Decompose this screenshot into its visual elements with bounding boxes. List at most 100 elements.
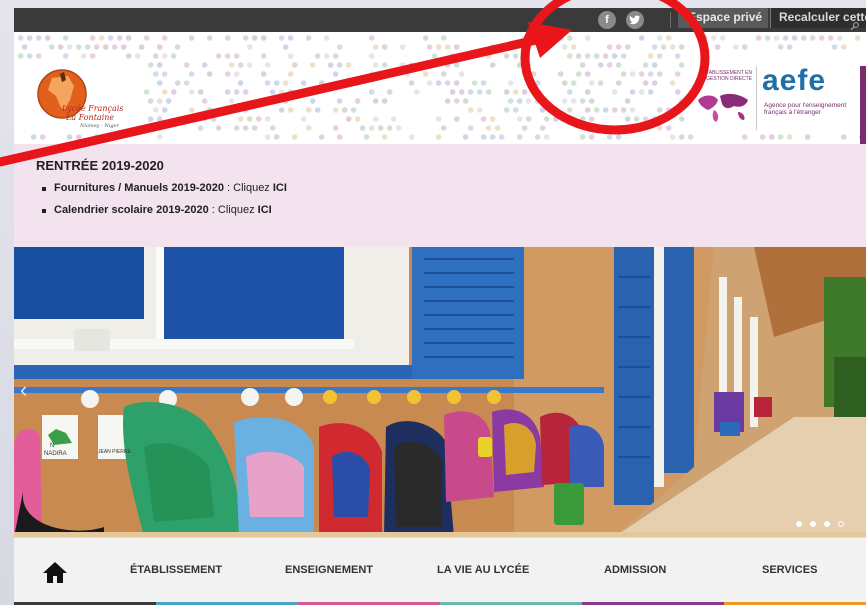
pattern-dot [665, 125, 672, 131]
pattern-dot [152, 125, 159, 131]
pattern-dot [161, 89, 168, 95]
pattern-dot [755, 35, 762, 41]
pattern-dot [467, 53, 474, 59]
pattern-dot [521, 35, 528, 41]
nav-item-services[interactable]: SERVICES [762, 564, 817, 576]
pattern-dot [620, 107, 627, 113]
pattern-dot [836, 35, 843, 41]
pattern-dot [656, 107, 663, 113]
pattern-dot [120, 44, 127, 50]
pattern-dot [714, 44, 721, 50]
pattern-dot [638, 125, 645, 131]
pattern-dot [512, 89, 519, 95]
pattern-dot [768, 134, 775, 140]
pattern-dot [579, 116, 586, 122]
pattern-dot [444, 62, 451, 68]
calendar-link[interactable]: ICI [258, 204, 272, 216]
private-space-button[interactable]: Espace privé [678, 8, 768, 28]
pattern-dot [687, 134, 694, 140]
pattern-dot [624, 98, 631, 104]
aefe-logo[interactable]: Établissement en gestion directe aefe Ag… [692, 62, 862, 134]
pattern-dot [489, 134, 496, 140]
pattern-dot [372, 44, 379, 50]
pattern-dot [575, 71, 582, 77]
pattern-dot [89, 53, 96, 59]
pattern-dot [17, 53, 24, 59]
pattern-dot [332, 71, 339, 77]
pattern-dot [381, 134, 388, 140]
slideshow-prev-button[interactable]: ‹ [20, 375, 34, 405]
nav-item-etablissement[interactable]: ÉTABLISSEMENT [130, 564, 222, 576]
pattern-dot [435, 44, 442, 50]
slide-dot[interactable] [796, 521, 802, 527]
facebook-icon[interactable]: f [598, 11, 616, 29]
pattern-dot [521, 89, 528, 95]
pattern-dot [345, 80, 352, 86]
pattern-dot [453, 116, 460, 122]
pattern-dot [611, 107, 618, 113]
pattern-dot [309, 62, 316, 68]
slide-dot[interactable] [824, 521, 830, 527]
pattern-dot [615, 62, 622, 68]
pattern-dot [332, 107, 339, 113]
pattern-dot [539, 125, 546, 131]
pattern-dot [516, 62, 523, 68]
pattern-dot [152, 107, 159, 113]
aefe-direct-management-label: Établissement en gestion directe [702, 70, 752, 82]
pattern-dot [453, 80, 460, 86]
pattern-dot [143, 35, 150, 41]
pattern-dot [453, 44, 460, 50]
main-navigation: ÉTABLISSEMENT ENSEIGNEMENT LA VIE AU LYC… [14, 537, 866, 605]
pattern-dot [44, 35, 51, 41]
pattern-dot [183, 116, 190, 122]
slide-dot-active[interactable] [838, 521, 844, 527]
pattern-dot [246, 44, 253, 50]
pattern-dot [282, 80, 289, 86]
hero-slideshow[interactable]: N NADIRA JEAN PIERRE ‹ [14, 247, 866, 537]
pattern-dot [188, 71, 195, 77]
pattern-dot [305, 107, 312, 113]
pattern-dot [111, 44, 118, 50]
header-accent-bar [860, 66, 866, 144]
pattern-dot [669, 134, 676, 140]
pattern-dot [26, 53, 33, 59]
pattern-dot [597, 80, 604, 86]
nav-item-enseignement[interactable]: ENSEIGNEMENT [285, 564, 373, 576]
pattern-dot [593, 53, 600, 59]
pattern-dot [494, 125, 501, 131]
pattern-dot [840, 134, 847, 140]
nav-item-vie-au-lycee[interactable]: LA VIE AU LYCÉE [437, 564, 529, 576]
supplies-link[interactable]: ICI [273, 182, 287, 194]
pattern-dot [201, 62, 208, 68]
pattern-dot [210, 116, 217, 122]
pattern-dot [408, 80, 415, 86]
pattern-dot [156, 62, 163, 68]
pattern-dot [525, 62, 532, 68]
pattern-dot [282, 98, 289, 104]
pattern-dot [629, 89, 636, 95]
pattern-dot [273, 80, 280, 86]
pattern-dot [206, 35, 213, 41]
pattern-dot [336, 44, 343, 50]
pattern-dot [197, 89, 204, 95]
search-icon[interactable] [850, 22, 860, 30]
pattern-dot [264, 80, 271, 86]
pattern-dot [156, 80, 163, 86]
pattern-dot [656, 71, 663, 77]
twitter-icon[interactable] [626, 11, 644, 29]
pattern-dot [21, 44, 28, 50]
pattern-dot [264, 134, 271, 140]
pattern-dot [363, 134, 370, 140]
pattern-dot [566, 53, 573, 59]
pattern-dot [651, 44, 658, 50]
pattern-dot [201, 116, 208, 122]
pattern-dot [800, 35, 807, 41]
pattern-dot [426, 44, 433, 50]
home-icon[interactable] [42, 560, 68, 584]
pattern-dot [57, 44, 64, 50]
pattern-dot [282, 44, 289, 50]
pattern-dot [503, 89, 510, 95]
slide-dot[interactable] [810, 521, 816, 527]
nav-item-admission[interactable]: ADMISSION [604, 564, 666, 576]
pattern-dot [854, 35, 861, 41]
